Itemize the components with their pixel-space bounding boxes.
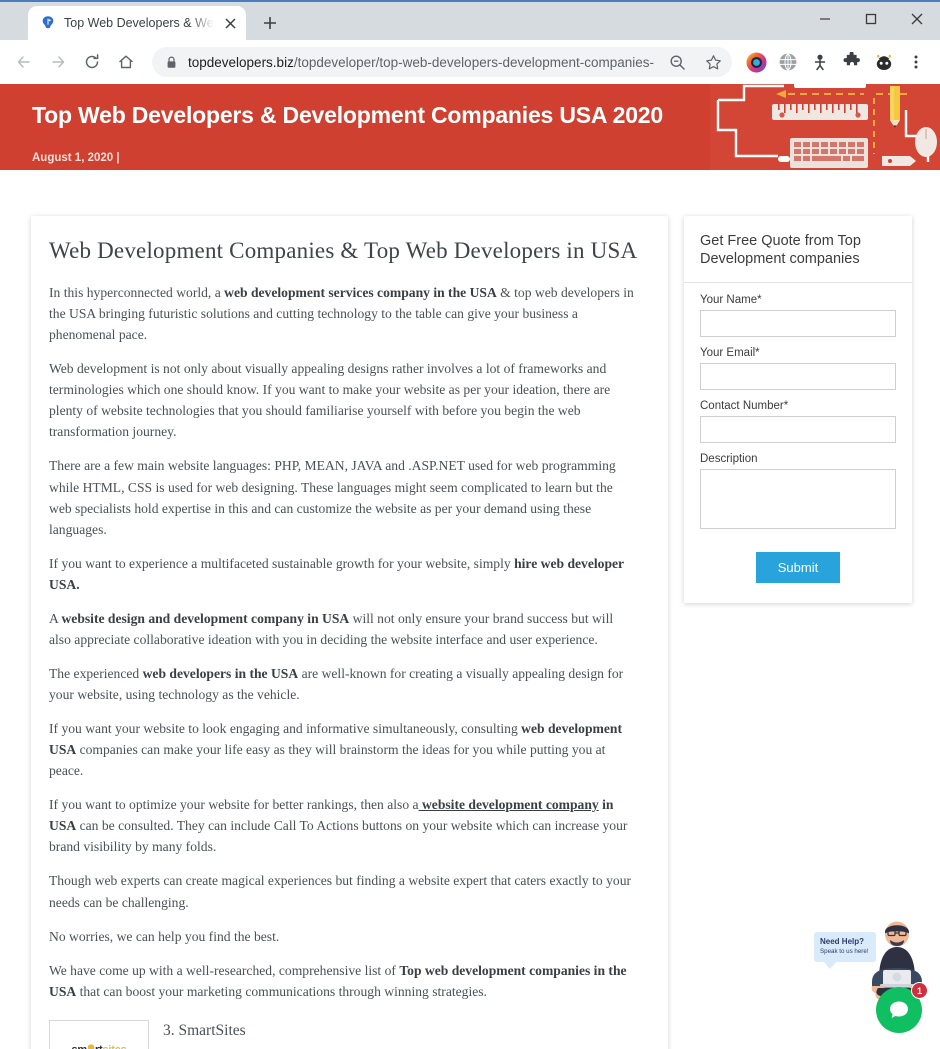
article-paragraph: Though web experts can create magical ex… — [49, 873, 632, 910]
your-name-input[interactable] — [700, 310, 896, 338]
article-paragraph: If you want your website to look engagin… — [49, 721, 622, 779]
browser-tab[interactable]: Top Web Developers & Web Dev — [28, 6, 246, 40]
article-paragraph: Web development is not only about visual… — [49, 361, 611, 440]
chat-widget[interactable]: Need Help? Speak to us here! 1 — [810, 920, 932, 1035]
article-paragraph: There are a few main website languages: … — [49, 458, 616, 537]
label-description: Description — [700, 453, 758, 466]
submit-button[interactable]: Submit — [755, 552, 841, 584]
reload-button[interactable] — [76, 46, 108, 78]
window-controls — [802, 2, 940, 36]
address-bar[interactable]: topdevelopers.biz/topdeveloper/top-web-d… — [152, 47, 732, 77]
search-zoom-icon[interactable] — [664, 49, 690, 75]
page-hero-banner: Top Web Developers & Development Compani… — [0, 84, 940, 170]
article-paragraph: The experienced web developers in the US… — [49, 665, 624, 702]
article-heading: Web Development Companies & Top Web Deve… — [49, 238, 638, 263]
quote-form-fields: Your Name* Your Email* Contact Number* D… — [684, 283, 912, 603]
tab-close-icon[interactable] — [222, 15, 238, 31]
smartsites-logo-wordmark: sm rt sites — [71, 1044, 127, 1049]
page-viewport: Top Web Developers & Development Compani… — [0, 84, 940, 1049]
forward-button[interactable] — [42, 46, 74, 78]
logo-text-rt: rt — [95, 1044, 103, 1049]
article-card: Web Development Companies & Top Web Deve… — [31, 216, 668, 1049]
home-button[interactable] — [110, 46, 142, 78]
browser-window: Top Web Developers & Web Dev — [0, 0, 940, 1049]
maximize-button[interactable] — [848, 2, 894, 36]
label-your-email: Your Email* — [700, 347, 760, 360]
quote-form-title: Get Free Quote from Top Development comp… — [700, 233, 861, 268]
puzzle-extensions-icon[interactable] — [838, 48, 866, 76]
quote-form-header: Get Free Quote from Top Development comp… — [684, 216, 912, 284]
logo-text-sites: sites — [102, 1044, 126, 1049]
post-date: August 1, 2020 | — [32, 152, 120, 164]
browser-titlebar: Top Web Developers & Web Dev — [0, 0, 940, 40]
sidebar: Get Free Quote from Top Development comp… — [684, 216, 912, 604]
tab-title: Top Web Developers & Web Dev — [64, 16, 214, 30]
page-title: Top Web Developers & Development Compani… — [32, 102, 663, 128]
colorful-circle-extension-icon[interactable] — [742, 48, 770, 76]
minimize-button[interactable] — [802, 2, 848, 36]
three-dot-menu-icon[interactable] — [900, 46, 932, 78]
avatar-extension-icon[interactable] — [870, 48, 898, 76]
contact-number-input[interactable] — [700, 416, 896, 444]
company-entry: sm rt sites — [49, 1019, 638, 1049]
figure-extension-icon[interactable] — [806, 48, 834, 76]
chat-speak-text: Speak to us here! — [820, 948, 869, 956]
article-paragraph: No worries, we can help you find the bes… — [49, 928, 280, 944]
company-details: 3. SmartSites https://www.smartsites.com… — [163, 1020, 638, 1049]
site-favicon — [40, 15, 56, 31]
back-button[interactable] — [8, 46, 40, 78]
page-body: Web Development Companies & Top Web Deve… — [0, 170, 940, 1049]
article-paragraph: We have come up with a well-researched, … — [49, 962, 627, 999]
globe-extension-icon[interactable] — [774, 48, 802, 76]
article-paragraphs: In this hyperconnected world, a web deve… — [49, 282, 638, 1002]
hero-illustration — [710, 84, 940, 170]
label-your-name: Your Name* — [700, 294, 762, 307]
browser-toolbar: topdevelopers.biz/topdeveloper/top-web-d… — [0, 40, 940, 84]
logo-text-sm: sm — [71, 1044, 87, 1049]
article-paragraph: In this hyperconnected world, a web deve… — [49, 285, 634, 343]
quote-form-card: Get Free Quote from Top Development comp… — [684, 216, 912, 604]
article-paragraph: If you want to optimize your website for… — [49, 797, 628, 855]
article-paragraph: If you want to experience a multifaceted… — [49, 555, 624, 592]
description-textarea[interactable] — [700, 469, 896, 530]
address-bar-text: topdevelopers.biz/topdeveloper/top-web-d… — [188, 55, 654, 70]
lock-icon — [166, 56, 178, 69]
url-path: /topdeveloper/top-web-developers-develop… — [293, 54, 654, 70]
new-tab-button[interactable] — [256, 9, 284, 37]
chat-need-help-text: Need Help? — [820, 937, 865, 946]
your-email-input[interactable] — [700, 363, 896, 391]
bulb-icon — [87, 1044, 95, 1049]
chat-unread-badge: 1 — [911, 982, 928, 999]
submit-row: Submit — [700, 552, 896, 584]
company-logo: sm rt sites — [49, 1019, 149, 1049]
article-paragraph: A website design and development company… — [49, 610, 614, 647]
label-contact-number: Contact Number* — [700, 400, 789, 413]
star-icon[interactable] — [700, 49, 726, 75]
url-host: topdevelopers.biz — [188, 54, 294, 70]
close-button[interactable] — [894, 2, 940, 36]
company-rank-name: 3. SmartSites — [163, 1021, 246, 1039]
